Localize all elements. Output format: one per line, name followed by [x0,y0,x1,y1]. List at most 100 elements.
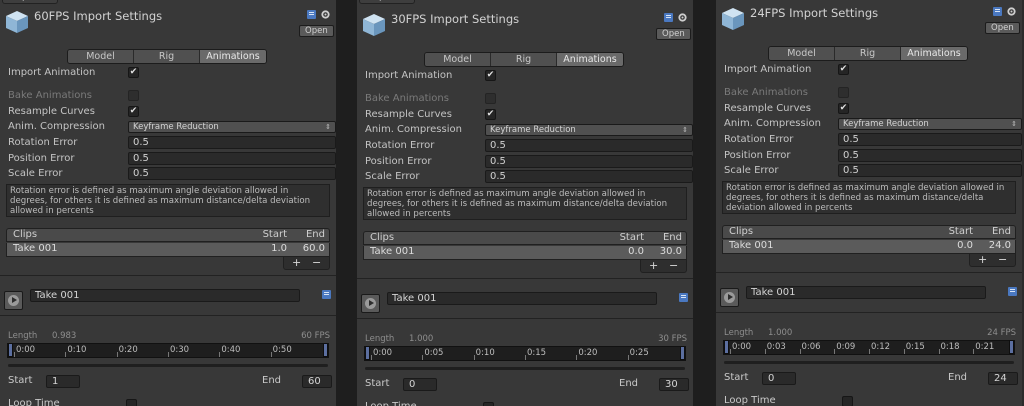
add-clip-button[interactable]: + [978,254,987,265]
end-frame-field[interactable]: 24 [988,372,1018,385]
settings-row: Rotation Error 0.5 [365,139,693,153]
clip-name-field[interactable]: Take 001 [30,289,300,302]
position-error-field[interactable]: 0.5 [485,155,693,168]
model-asset-icon [4,9,30,35]
import-animation-checkbox[interactable]: ✔ [485,70,496,81]
rotation-error-field[interactable]: 0.5 [485,139,693,152]
help-book-icon[interactable] [678,292,689,303]
start-frame-field[interactable]: 0 [403,378,437,391]
add-clip-button[interactable]: + [649,260,658,271]
panel-divider[interactable] [336,0,357,406]
rotation-error-help-box: Rotation error is defined as maximum ang… [722,181,1016,214]
play-preview-button[interactable] [4,291,23,310]
start-marker-handle[interactable] [724,340,729,354]
settings-gear-icon[interactable] [1006,6,1017,17]
tab-model[interactable]: Model [68,50,134,63]
anim-compression-label: Anim. Compression [365,124,462,135]
timeline-tick [973,349,975,354]
header-icons [992,6,1017,17]
remove-clip-button[interactable]: − [669,260,678,271]
time-slider-track[interactable] [724,361,1014,364]
position-error-field[interactable]: 0.5 [838,149,1022,162]
help-book-icon[interactable] [321,289,332,300]
panel-divider[interactable] [693,0,716,406]
anim-compression-dropdown[interactable]: Keyframe Reduction ⇕ [128,121,336,133]
settings-gear-icon[interactable] [320,9,331,20]
settings-row: Scale Error 0.5 [365,170,693,184]
end-frame-field[interactable]: 30 [659,378,689,391]
start-label: Start [724,372,749,383]
loop-time-checkbox[interactable] [483,402,494,406]
open-button[interactable]: Open [656,28,691,40]
clip-name-field[interactable]: Take 001 [387,292,657,305]
end-marker-handle[interactable] [323,343,328,357]
remove-clip-button[interactable]: − [312,257,321,268]
loop-time-checkbox[interactable] [126,399,137,406]
time-slider-track[interactable] [365,367,685,370]
help-book-icon[interactable] [1007,286,1018,297]
timeline-tick [627,355,629,360]
clip-name: Take 001 [13,243,58,254]
help-book-icon[interactable] [663,12,674,23]
clip-start: 0.0 [957,240,973,251]
clip-timeline[interactable]: 0:00 0:03 0:06 0:09 0:12 0:15 0:18 0:21 [723,340,1015,355]
clip-timeline[interactable]: 0:00 0:10 0:20 0:30 0:40 0:50 [7,343,329,358]
clip-name-field[interactable]: Take 001 [746,286,986,299]
tab-model[interactable]: Model [425,53,491,66]
play-preview-button[interactable] [361,294,380,313]
end-frame-field[interactable]: 60 [302,375,332,388]
clip-row[interactable]: Take 001 1.0 60.0 [6,243,330,257]
tab-rig[interactable]: Rig [134,50,200,63]
timeline-tick [270,352,272,357]
settings-gear-icon[interactable] [677,12,688,23]
loop-time-checkbox[interactable] [842,396,853,406]
tab-rig[interactable]: Rig [491,53,557,66]
remove-clip-button[interactable]: − [998,254,1007,265]
play-icon [724,292,735,303]
clip-row[interactable]: Take 001 0.0 30.0 [363,246,687,260]
end-column-label: End [662,232,682,243]
anim-compression-dropdown[interactable]: Keyframe Reduction ⇕ [838,118,1022,130]
start-frame-field[interactable]: 1 [46,375,80,388]
end-marker-handle[interactable] [1009,340,1014,354]
import-animation-checkbox[interactable]: ✔ [128,67,139,78]
scale-error-label: Scale Error [8,168,63,179]
anim-compression-dropdown[interactable]: Keyframe Reduction ⇕ [485,124,693,136]
inspector-tab[interactable]: Inspector [2,0,58,4]
end-marker-handle[interactable] [680,346,685,360]
position-error-field[interactable]: 0.5 [128,152,336,165]
inspector-tab[interactable]: Inspector [359,0,415,4]
clip-timeline[interactable]: 0:00 0:05 0:10 0:15 0:20 0:25 [364,346,686,361]
open-button[interactable]: Open [985,22,1020,34]
resample-curves-checkbox[interactable]: ✔ [128,106,139,117]
section-separator [0,275,336,276]
scale-error-field[interactable]: 0.5 [128,167,336,180]
timeline-tick [730,349,731,354]
model-asset-icon [361,12,387,38]
scale-error-field[interactable]: 0.5 [838,164,1022,177]
length-label: Length [8,331,38,341]
resample-curves-label: Resample Curves [724,103,811,114]
open-button[interactable]: Open [299,25,334,37]
play-preview-button[interactable] [720,288,739,307]
start-marker-handle[interactable] [365,346,370,360]
tab-animations[interactable]: Animations [557,53,623,66]
help-book-icon[interactable] [306,9,317,20]
rotation-error-field[interactable]: 0.5 [128,136,336,149]
start-marker-handle[interactable] [8,343,13,357]
help-book-icon[interactable] [992,6,1003,17]
resample-curves-checkbox[interactable]: ✔ [838,103,849,114]
clip-row[interactable]: Take 001 0.0 24.0 [722,240,1016,254]
tab-animations[interactable]: Animations [200,50,266,63]
time-slider-track[interactable] [8,364,328,367]
tab-model[interactable]: Model [769,47,835,60]
scale-error-field[interactable]: 0.5 [485,170,693,183]
settings-row: Position Error 0.5 [8,152,336,166]
tab-rig[interactable]: Rig [835,47,901,60]
tab-animations[interactable]: Animations [901,47,967,60]
rotation-error-field[interactable]: 0.5 [838,133,1022,146]
start-frame-field[interactable]: 0 [762,372,796,385]
import-animation-checkbox[interactable]: ✔ [838,64,849,75]
add-clip-button[interactable]: + [292,257,301,268]
resample-curves-checkbox[interactable]: ✔ [485,109,496,120]
